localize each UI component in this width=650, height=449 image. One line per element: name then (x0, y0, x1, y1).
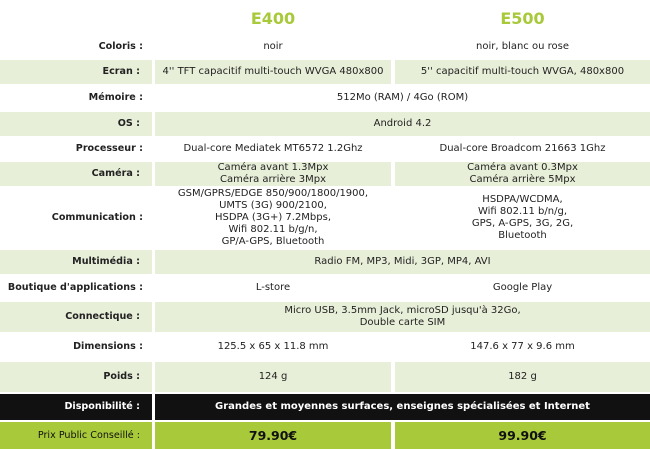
value-e400: L-store (155, 276, 391, 300)
row-camera: Caméra : Caméra avant 1.3Mpx Caméra arri… (0, 162, 650, 186)
value-e500: Google Play (391, 276, 650, 300)
row-label: Connectique : (0, 302, 155, 332)
row-multimedia: Multimédia : Radio FM, MP3, Midi, 3GP, M… (0, 250, 650, 274)
row-processeur: Processeur : Dual-core Mediatek MT6572 1… (0, 138, 650, 160)
row-disponibilite: Disponibilité : Grandes et moyennes surf… (0, 394, 650, 420)
value-shared: Android 4.2 (155, 112, 650, 136)
value-shared: 512Mo (RAM) / 4Go (ROM) (155, 86, 650, 110)
row-communication: Communication : GSM/GPRS/EDGE 850/900/18… (0, 188, 650, 248)
value-e500: HSDPA/WCDMA, Wifi 802.11 b/n/g, GPS, A-G… (391, 188, 650, 248)
row-poids: Poids : 124 g 182 g (0, 362, 650, 392)
value-shared: Micro USB, 3.5mm Jack, microSD jusqu'à 3… (155, 302, 650, 332)
row-label: Communication : (0, 188, 155, 248)
price-e500: 99.90€ (391, 422, 650, 449)
value-e400: Dual-core Mediatek MT6572 1.2Ghz (155, 138, 391, 160)
value-e400: 4'' TFT capacitif multi-touch WVGA 480x8… (155, 60, 391, 84)
value-e500: 5'' capacitif multi-touch WVGA, 480x800 (391, 60, 650, 84)
row-dimensions: Dimensions : 125.5 x 65 x 11.8 mm 147.6 … (0, 334, 650, 360)
price-e400: 79.90€ (155, 422, 391, 449)
row-label: Ecran : (0, 60, 155, 84)
row-label: Mémoire : (0, 86, 155, 110)
model-header-e400: E400 (250, 8, 296, 28)
model-header-e500: E500 (500, 8, 545, 28)
value-e500: 182 g (391, 362, 650, 392)
row-label: Dimensions : (0, 334, 155, 360)
value-e400: noir (155, 36, 391, 58)
row-coloris: Coloris : noir noir, blanc ou rose (0, 36, 650, 58)
row-label: Boutique d'applications : (0, 276, 155, 300)
row-connectique: Connectique : Micro USB, 3.5mm Jack, mic… (0, 302, 650, 332)
row-ecran: Ecran : 4'' TFT capacitif multi-touch WV… (0, 60, 650, 84)
row-os: OS : Android 4.2 (0, 112, 650, 136)
row-label: Prix Public Conseillé : (0, 422, 155, 449)
row-memoire: Mémoire : 512Mo (RAM) / 4Go (ROM) (0, 86, 650, 110)
value-e400: Caméra avant 1.3Mpx Caméra arrière 3Mpx (155, 162, 391, 186)
row-boutique: Boutique d'applications : L-store Google… (0, 276, 650, 300)
row-label: OS : (0, 112, 155, 136)
value-e500: Dual-core Broadcom 21663 1Ghz (391, 138, 650, 160)
value-shared: Radio FM, MP3, Midi, 3GP, MP4, AVI (155, 250, 650, 274)
row-label: Caméra : (0, 162, 155, 186)
value-e500: noir, blanc ou rose (391, 36, 650, 58)
row-label: Multimédia : (0, 250, 155, 274)
row-label: Coloris : (0, 36, 155, 58)
row-prix: Prix Public Conseillé : 79.90€ 99.90€ (0, 422, 650, 449)
value-e400: 124 g (155, 362, 391, 392)
value-e500: Caméra avant 0.3Mpx Caméra arrière 5Mpx (391, 162, 650, 186)
row-label: Disponibilité : (0, 394, 155, 420)
value-e400: 125.5 x 65 x 11.8 mm (155, 334, 391, 360)
spec-table: E400 E500 Coloris : noir noir, blanc ou … (0, 0, 650, 449)
row-label: Poids : (0, 362, 155, 392)
value-e400: GSM/GPRS/EDGE 850/900/1800/1900, UMTS (3… (155, 188, 391, 248)
value-e500: 147.6 x 77 x 9.6 mm (391, 334, 650, 360)
row-label: Processeur : (0, 138, 155, 160)
value-shared: Grandes et moyennes surfaces, enseignes … (155, 394, 650, 420)
